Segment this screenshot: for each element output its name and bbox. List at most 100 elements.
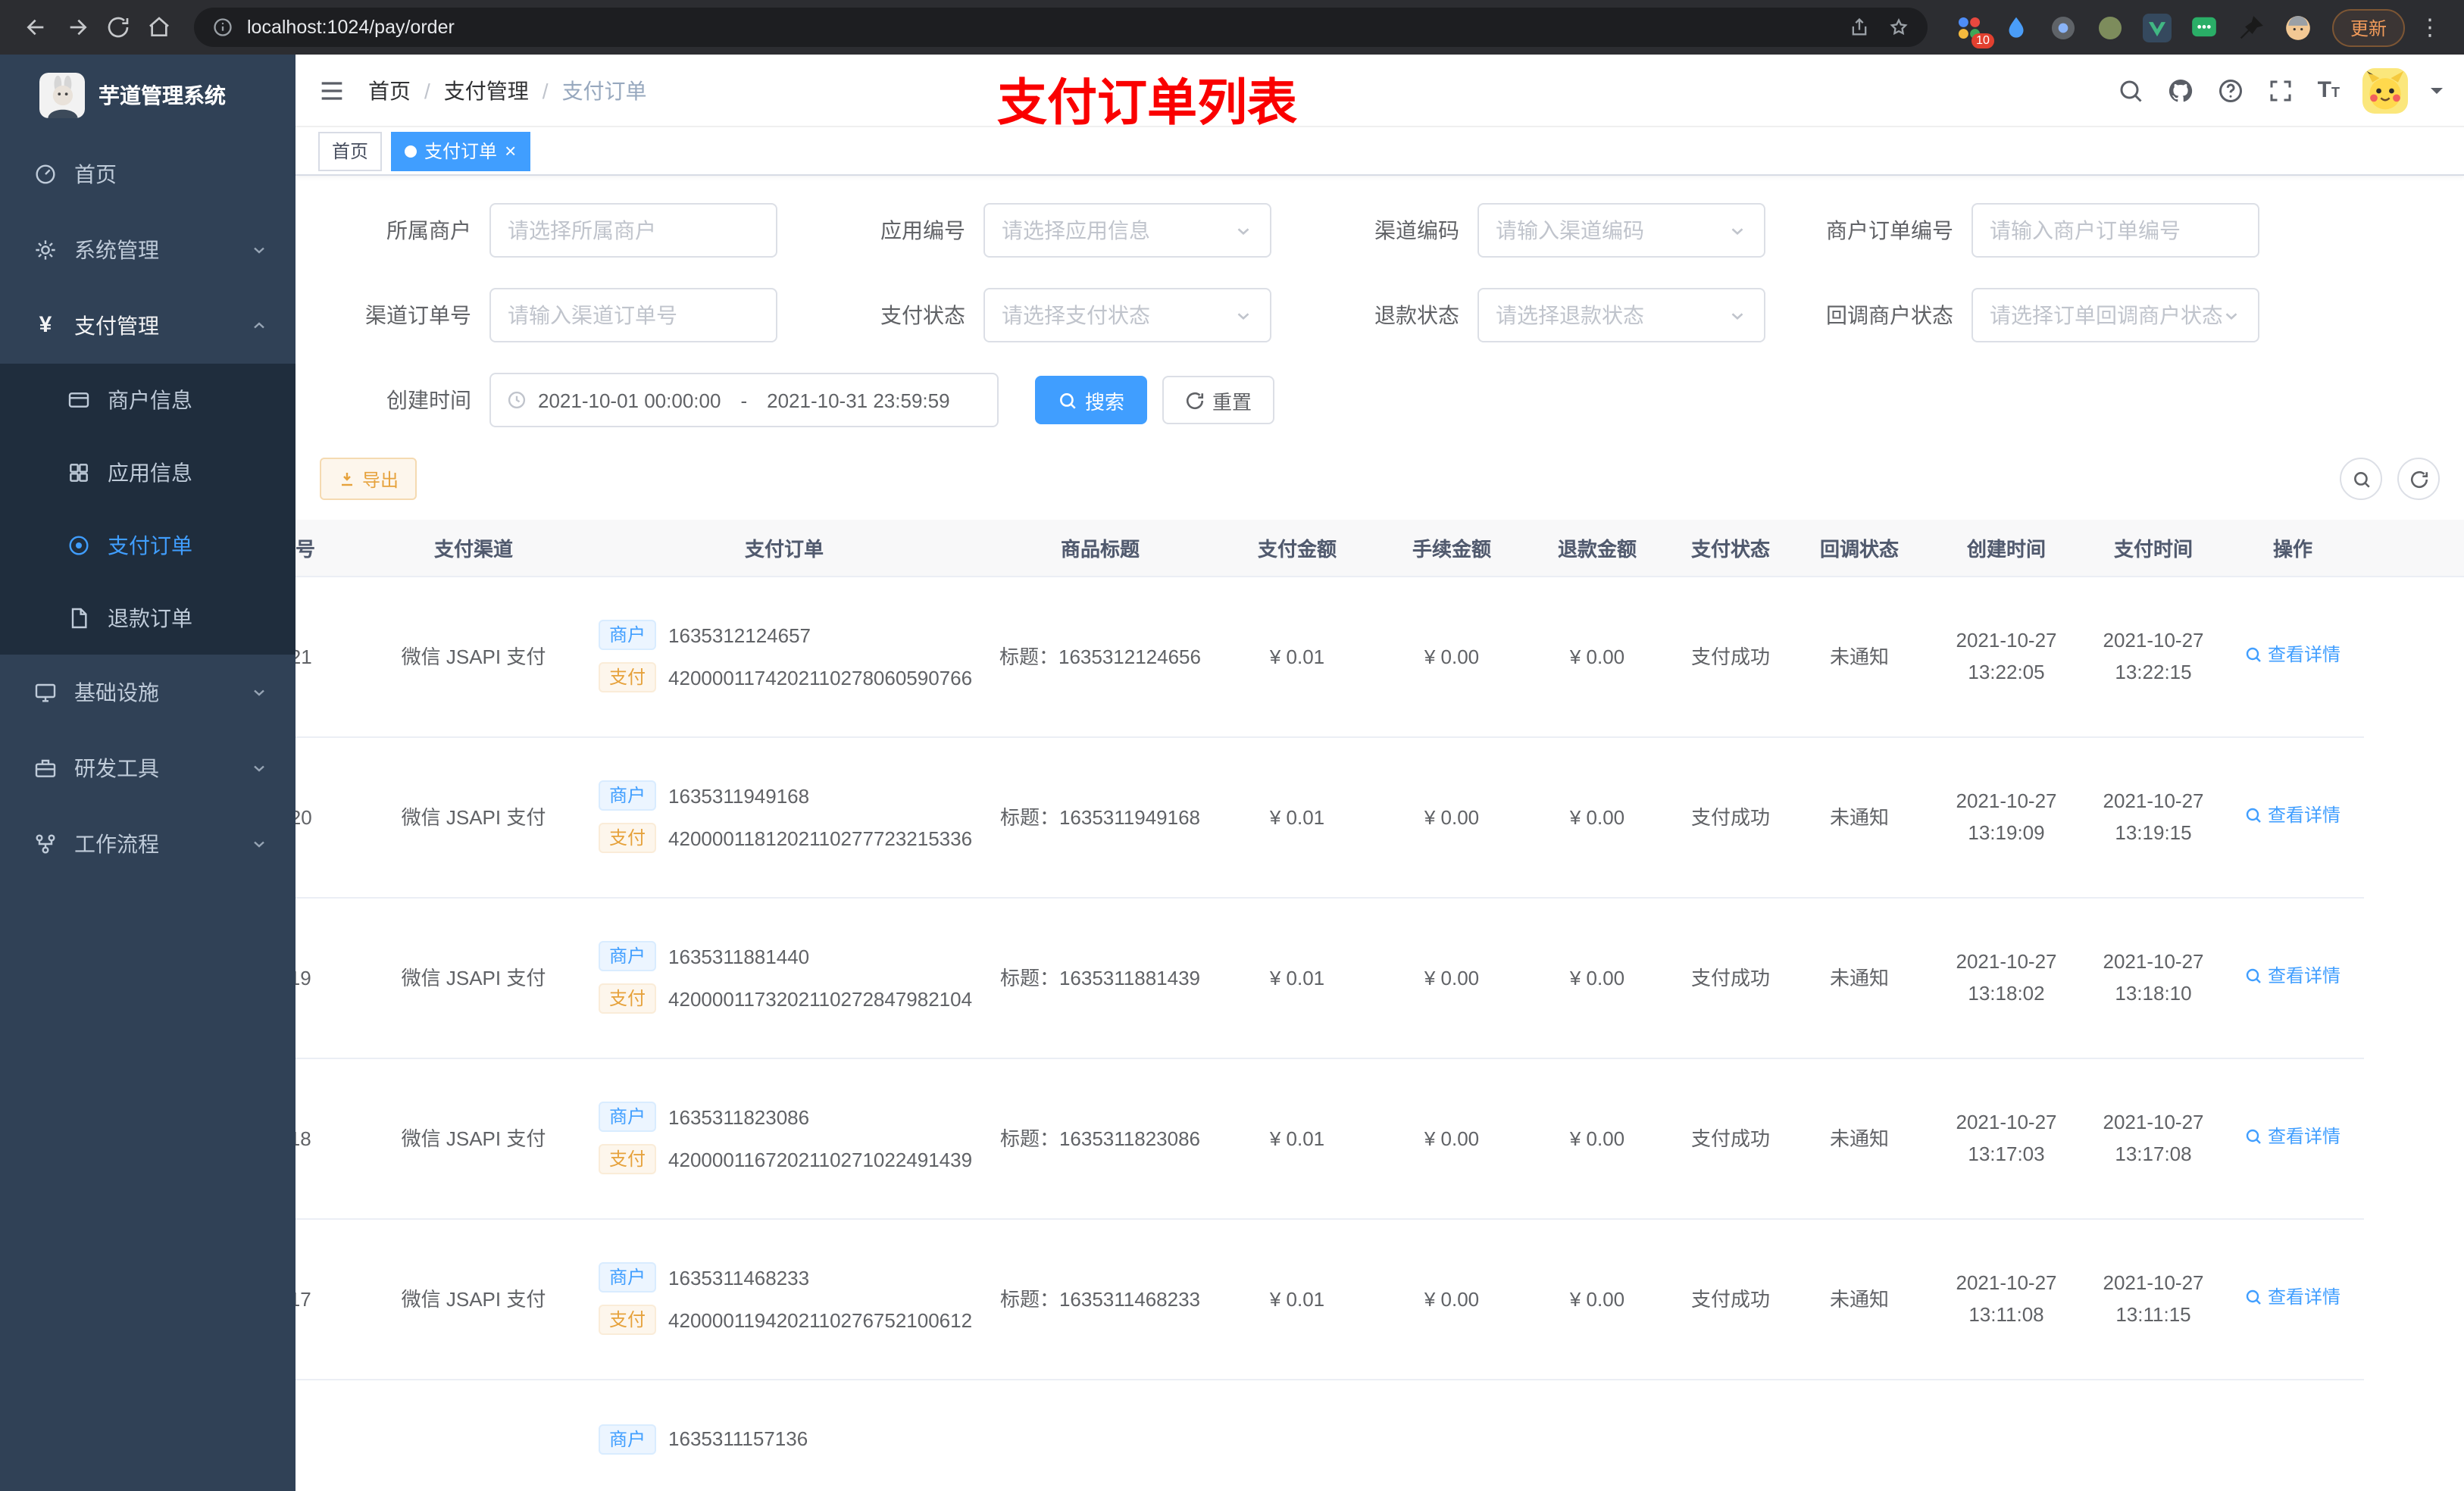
filter-label: 渠道订单号 [365, 303, 471, 327]
breadcrumb-separator: / [424, 78, 430, 102]
pay-status-cell: 支付成功 [1670, 1058, 1791, 1219]
monitor-icon [33, 680, 58, 705]
sidebar-item-app-info[interactable]: 应用信息 [0, 436, 295, 509]
vue-devtools-icon[interactable] [2143, 12, 2173, 42]
pay-order-cell: 商户 1635312124657 支付 42000011742021102780… [583, 576, 985, 737]
sidebar-item-pay-order[interactable]: 支付订单 [0, 509, 295, 582]
order-id-cell [295, 1379, 364, 1491]
pay-time-cell [2085, 1379, 2222, 1491]
fullscreen-icon[interactable] [2268, 77, 2295, 104]
merchant-input[interactable] [489, 203, 777, 258]
pay-order-cell: 商户 1635311949168 支付 42000011812021102777… [583, 736, 985, 898]
channel-order-no-input[interactable] [489, 288, 777, 342]
user-avatar[interactable] [2362, 67, 2408, 113]
tab-home[interactable]: 首页 [318, 131, 383, 170]
reset-button[interactable]: 重置 [1162, 376, 1275, 424]
pin-icon[interactable] [2237, 12, 2267, 42]
table-row: 121 微信 JSAPI 支付 商户 1635312124657 支 [295, 576, 2364, 737]
actions-cell: 查看详情 [2222, 576, 2364, 737]
sidebar-item-dev-tools[interactable]: 研发工具 [0, 730, 295, 806]
table-row: 商户 1635311157136 [295, 1379, 2364, 1491]
column-header: 支付渠道 [364, 520, 583, 577]
memoji-avatar-icon[interactable] [2284, 12, 2314, 42]
sidebar-item-label: 基础设施 [74, 680, 159, 705]
sidebar-item-refund-order[interactable]: 退款订单 [0, 582, 295, 655]
export-button[interactable]: 导出 [320, 458, 417, 500]
workflow-icon [33, 832, 58, 856]
sidebar-item-infrastructure[interactable]: 基础设施 [0, 655, 295, 730]
pay-status-cell [1670, 1379, 1791, 1491]
view-detail-link[interactable]: 查看详情 [2245, 800, 2340, 832]
refund-status-select[interactable]: 请选择退款状态 [1477, 288, 1765, 342]
pay-status-select[interactable]: 请选择支付状态 [983, 288, 1271, 342]
share-icon[interactable] [1849, 17, 1870, 38]
browser-menu-icon[interactable]: ⋮ [2411, 14, 2449, 41]
address-bar[interactable]: localhost:1024/pay/order [194, 8, 1928, 47]
select-placeholder: 请选择订单回调商户状态 [1990, 303, 2222, 327]
breadcrumb-pay-manage[interactable]: 支付管理 [444, 75, 529, 105]
sidebar-item-payment[interactable]: ¥ 支付管理 [0, 288, 295, 364]
search-button[interactable]: 搜索 [1035, 376, 1148, 424]
pay-time-cell: 2021-10-27 13:11:15 [2085, 1218, 2222, 1380]
sidebar-item-merchant-info[interactable]: 商户信息 [0, 364, 295, 436]
github-icon[interactable] [2168, 77, 2195, 104]
view-detail-link[interactable]: 查看详情 [2245, 1121, 2340, 1153]
forward-button[interactable] [56, 7, 97, 48]
refresh-button[interactable] [2397, 458, 2440, 500]
view-detail-link[interactable]: 查看详情 [2245, 1282, 2340, 1314]
circle-extension-icon[interactable] [2096, 12, 2126, 42]
tab-pay-order[interactable]: 支付订单 × [391, 131, 530, 170]
filter-app-id: 应用编号 请选择应用信息 [814, 203, 1271, 258]
merchant-order-no: 1635311949168 [668, 784, 810, 807]
sidebar-item-system[interactable]: 系统管理 [0, 212, 295, 288]
refund-amount-cell: ¥ 0.00 [1524, 736, 1670, 898]
back-button[interactable] [15, 7, 56, 48]
merchant-badge: 商户 [599, 1424, 657, 1454]
globe-extension-icon[interactable] [2049, 12, 2079, 42]
fee-amount-cell: ¥ 0.00 [1379, 736, 1524, 898]
toggle-search-button[interactable] [2340, 458, 2382, 500]
merchant-order-no-input[interactable] [1972, 203, 2259, 258]
chat-extension-icon[interactable] [2190, 12, 2220, 42]
url-text[interactable]: localhost:1024/pay/order [247, 17, 1849, 38]
pay-status-cell: 支付成功 [1670, 576, 1791, 737]
site-info-icon[interactable] [212, 17, 233, 38]
gear-icon [33, 238, 58, 262]
caret-down-icon[interactable] [2431, 88, 2443, 100]
view-detail-link[interactable]: 查看详情 [2245, 961, 2340, 992]
view-detail-link[interactable]: 查看详情 [2245, 639, 2340, 671]
logo-avatar [39, 73, 85, 118]
date-start[interactable]: 2021-10-01 00:00:00 [538, 389, 721, 411]
search-icon[interactable] [2118, 77, 2145, 104]
callback-status-select[interactable]: 请选择订单回调商户状态 [1972, 288, 2259, 342]
target-icon [67, 533, 91, 558]
extensions-grid-icon[interactable]: 10 [1955, 12, 1994, 48]
pay-order-cell: 商户 1635311881440 支付 42000011732021102728… [583, 897, 985, 1058]
sidebar-item-label: 退款订单 [108, 606, 192, 630]
help-icon[interactable] [2218, 77, 2245, 104]
breadcrumb-home[interactable]: 首页 [368, 75, 411, 105]
close-icon[interactable]: × [505, 140, 516, 160]
create-time-range[interactable]: 2021-10-01 00:00:00 - 2021-10-31 23:59:5… [489, 373, 999, 427]
tags-view-bar: 首页 支付订单 × [295, 127, 2464, 176]
browser-update-button[interactable]: 更新 [2331, 8, 2405, 46]
select-placeholder: 请选择支付状态 [1002, 303, 1150, 327]
table-row: 120 微信 JSAPI 支付 商户 1635311949168 支 [295, 736, 2364, 898]
filter-label: 退款状态 [1374, 303, 1459, 327]
drop-extension-icon[interactable] [2002, 12, 2032, 42]
filter-label: 回调商户状态 [1826, 303, 1953, 327]
sidebar-item-workflow[interactable]: 工作流程 [0, 806, 295, 882]
column-header: 支付时间 [2085, 520, 2222, 577]
date-end[interactable]: 2021-10-31 23:59:59 [767, 389, 949, 411]
reload-button[interactable] [97, 7, 138, 48]
app-id-select[interactable]: 请选择应用信息 [983, 203, 1271, 258]
hamburger-icon[interactable] [317, 75, 347, 105]
bookmark-star-icon[interactable] [1888, 17, 1909, 38]
channel-code-select[interactable]: 请输入渠道编码 [1477, 203, 1765, 258]
font-size-icon[interactable]: TT [2318, 77, 2340, 103]
sidebar-item-home[interactable]: 首页 [0, 136, 295, 212]
actions-cell: 查看详情 [2222, 1218, 2364, 1380]
column-header: 编号 [295, 520, 364, 577]
home-button[interactable] [138, 7, 179, 48]
filter-channel-code: 渠道编码 请输入渠道编码 [1308, 203, 1765, 258]
